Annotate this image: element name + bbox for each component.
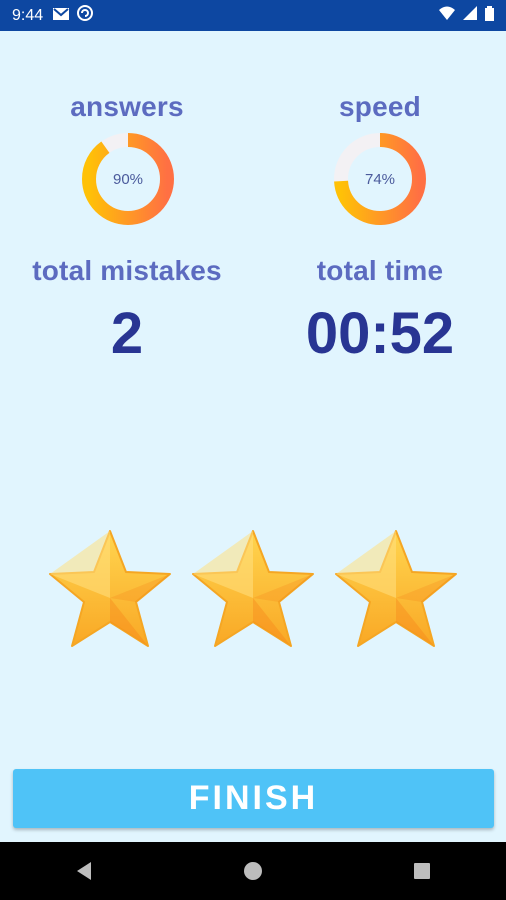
gmail-icon [53, 7, 70, 25]
star-icon [49, 530, 171, 647]
home-icon[interactable] [223, 842, 283, 900]
star-icon [335, 530, 457, 647]
navigation-bar [0, 842, 506, 900]
total-time-value: 00:52 [305, 301, 455, 366]
speed-ring: 74% [332, 131, 428, 227]
total-time-label: total time [316, 255, 444, 286]
wifi-icon [439, 6, 455, 25]
status-bar: 9:44 [0, 0, 506, 31]
status-time: 9:44 [12, 6, 44, 24]
signal-icon [463, 6, 477, 25]
speed-percent: 74% [364, 170, 396, 188]
battery-icon [485, 5, 494, 26]
answers-label: answers [70, 91, 184, 122]
speed-label: speed [339, 91, 421, 122]
back-icon[interactable] [54, 842, 114, 900]
answers-ring: 90% [80, 131, 176, 227]
total-mistakes-value: 2 [110, 301, 144, 366]
sync-icon [77, 5, 94, 26]
star-rating [0, 528, 506, 652]
answers-percent: 90% [112, 170, 144, 188]
recents-icon[interactable] [392, 842, 452, 900]
total-mistakes-label: total mistakes [32, 255, 222, 286]
finish-button[interactable]: FINISH [13, 769, 494, 828]
star-icon [192, 530, 314, 647]
